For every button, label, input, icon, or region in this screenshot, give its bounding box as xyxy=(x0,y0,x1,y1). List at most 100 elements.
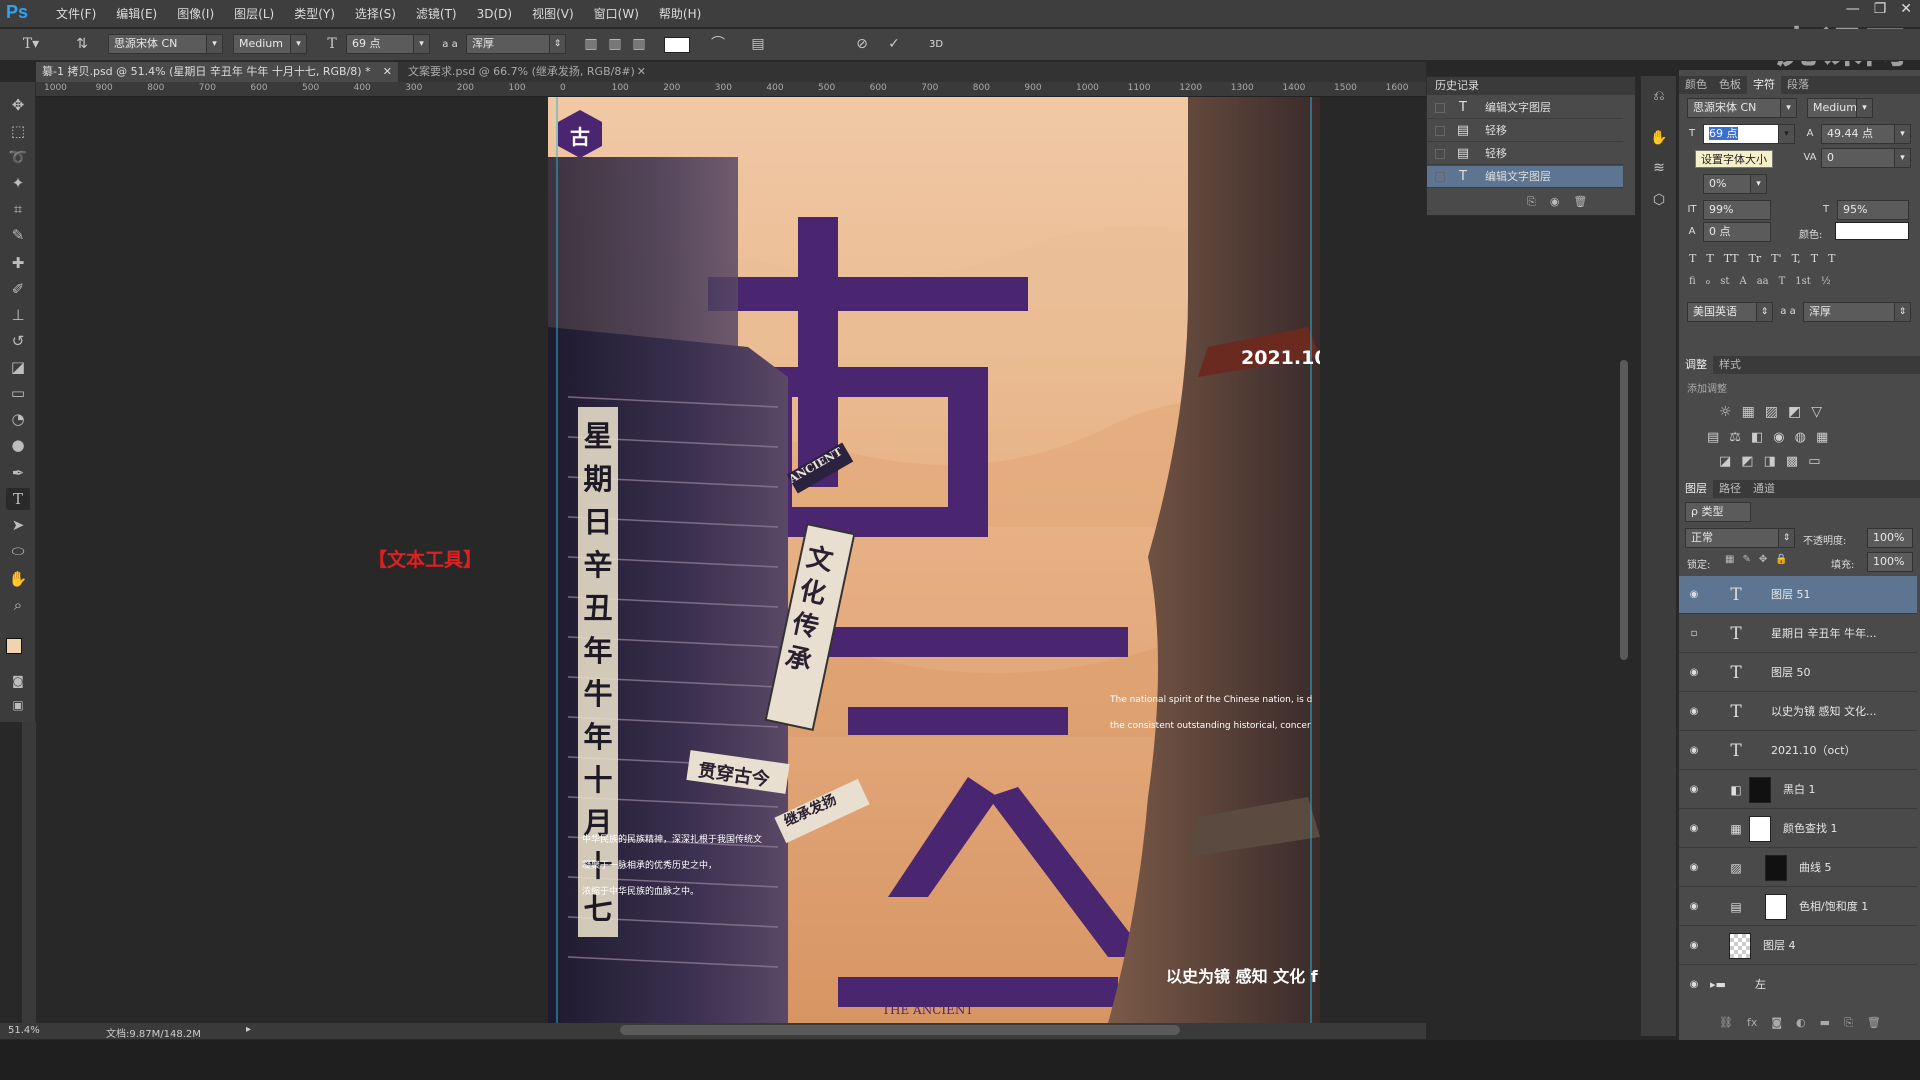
shape-tool-icon[interactable]: ⬭ xyxy=(6,540,30,562)
levels-icon[interactable]: ▦ xyxy=(1742,404,1755,420)
type-tool-preset-icon[interactable]: T▾ xyxy=(18,36,44,52)
poster-date[interactable]: 2021.10 xyxy=(1241,347,1320,369)
tab-layers[interactable]: 图层 xyxy=(1679,480,1713,498)
layer-row[interactable]: ▫ T 星期日 辛丑年 牛年... xyxy=(1679,615,1917,653)
layer-row[interactable]: ◉ ▸▬ 左 xyxy=(1679,966,1917,996)
path-selection-icon[interactable]: ➤ xyxy=(6,514,30,536)
delete-layer-icon[interactable]: 🗑 xyxy=(1867,1016,1881,1030)
character-panel-icon[interactable]: ▤ xyxy=(748,36,768,52)
swash-button[interactable]: ℴ xyxy=(1706,276,1711,287)
eyedropper-icon[interactable]: ✎ xyxy=(6,224,30,246)
fx-icon[interactable]: fx xyxy=(1747,1016,1757,1030)
tab-paragraph[interactable]: 段落 xyxy=(1781,76,1815,94)
marquee-tool-icon[interactable]: ⬚ xyxy=(6,120,30,142)
tsume-input[interactable]: 0% ▾ xyxy=(1703,174,1767,194)
snapshot-checkbox[interactable] xyxy=(1435,172,1445,182)
menu-layer[interactable]: 图层(L) xyxy=(224,0,284,28)
eye-icon[interactable]: ◉ xyxy=(1687,706,1701,718)
ordinals-button[interactable]: 1st xyxy=(1795,276,1811,287)
font-style-select[interactable]: Medium ▾ xyxy=(233,34,307,54)
char-antialias-select[interactable]: 浑厚 ⇕ xyxy=(1803,302,1911,322)
menu-3d[interactable]: 3D(D) xyxy=(467,0,522,28)
baseline-shift-input[interactable]: 0 点 xyxy=(1703,222,1771,242)
lasso-tool-icon[interactable]: ➰ xyxy=(6,146,30,168)
eye-icon[interactable]: ◉ xyxy=(1687,784,1701,796)
cancel-icon[interactable]: ⊘ xyxy=(852,36,872,52)
char-font-size-input[interactable]: 69 点 ▾ xyxy=(1703,124,1795,144)
ligature-button[interactable]: fi xyxy=(1689,276,1696,287)
snapshot-checkbox[interactable] xyxy=(1435,126,1445,136)
char-font-family-select[interactable]: 思源宋体 CN ▾ xyxy=(1687,98,1797,118)
channel-mixer-icon[interactable]: ◍ xyxy=(1795,430,1806,445)
threshold-icon[interactable]: ◨ xyxy=(1764,454,1776,469)
brush-presets-icon[interactable]: ≋ xyxy=(1649,160,1669,176)
add-mask-icon[interactable]: ◙ xyxy=(1771,1016,1782,1030)
layer-row[interactable]: ◉ ◧ 黑白 1 xyxy=(1679,771,1917,809)
tab-styles[interactable]: 样式 xyxy=(1713,356,1747,374)
exposure-icon[interactable]: ◩ xyxy=(1788,404,1801,420)
trash-icon[interactable]: 🗑 xyxy=(1573,195,1587,209)
snapshot-checkbox[interactable] xyxy=(1435,149,1445,159)
gradient-map-icon[interactable]: ▭ xyxy=(1808,454,1820,469)
align-right-icon[interactable]: ▥ xyxy=(630,36,648,52)
new-layer-icon[interactable]: ⎘ xyxy=(1844,1016,1853,1030)
character-color-swatch[interactable] xyxy=(1835,222,1909,240)
warp-text-icon[interactable]: ⌒ xyxy=(708,36,728,52)
layer-row[interactable]: ◉ ▦ 颜色查找 1 xyxy=(1679,810,1917,848)
tracking-input[interactable]: 0 ▾ xyxy=(1821,148,1911,168)
tab-swatches[interactable]: 色板 xyxy=(1713,76,1747,94)
hue-saturation-icon[interactable]: ▤ xyxy=(1707,430,1719,445)
layer-row[interactable]: ◉ T 2021.10（oct） xyxy=(1679,732,1917,770)
hand-tool-icon[interactable]: ✋ xyxy=(6,568,30,590)
new-document-icon[interactable]: ⎘ xyxy=(1527,195,1536,209)
lock-all-icon[interactable]: 🔒 xyxy=(1775,554,1787,565)
layer-row[interactable]: ◉ T 以史为镜 感知 文化... xyxy=(1679,693,1917,731)
curves-icon[interactable]: ▨ xyxy=(1765,404,1778,420)
eye-icon[interactable]: ◉ xyxy=(1687,901,1701,913)
history-item[interactable]: T 编辑文字图层 xyxy=(1427,97,1623,119)
tab-adjustments[interactable]: 调整 xyxy=(1679,356,1713,374)
eraser-tool-icon[interactable]: ◪ xyxy=(6,356,30,378)
brush-panel-icon[interactable]: ✋ xyxy=(1649,130,1669,146)
align-center-icon[interactable]: ▥ xyxy=(606,36,624,52)
status-arrow-icon[interactable]: ▸ xyxy=(246,1024,251,1035)
opacity-input[interactable]: 100% xyxy=(1867,528,1913,548)
menu-file[interactable]: 文件(F) xyxy=(46,0,106,28)
horizontal-scrollbar[interactable] xyxy=(620,1025,1180,1035)
faux-italic-button[interactable]: T xyxy=(1706,252,1713,265)
stamp-tool-icon[interactable]: ⊥ xyxy=(6,304,30,326)
superscript-button[interactable]: T' xyxy=(1771,252,1781,265)
link-layers-icon[interactable]: ⛓ xyxy=(1719,1016,1733,1030)
history-panel-icon[interactable]: ⎌ xyxy=(1649,88,1669,104)
foreground-color-swatch[interactable] xyxy=(6,638,22,654)
camera-icon[interactable]: ◉ xyxy=(1550,195,1560,209)
color-balance-icon[interactable]: ⚖ xyxy=(1729,430,1741,445)
screen-mode-icon[interactable]: ▣ xyxy=(6,694,30,716)
tab-document-1[interactable]: 纂-1 拷贝.psd @ 51.4% (星期日 辛丑年 牛年 十月十七, RGB… xyxy=(36,62,398,82)
text-color-swatch[interactable] xyxy=(664,37,690,53)
menu-type[interactable]: 类型(Y) xyxy=(284,0,345,28)
snapshot-checkbox[interactable] xyxy=(1435,103,1445,113)
menu-select[interactable]: 选择(S) xyxy=(345,0,406,28)
layer-row[interactable]: ◉ 图层 4 xyxy=(1679,927,1917,965)
tab-color[interactable]: 颜色 xyxy=(1679,76,1713,94)
layer-row[interactable]: ◉ ▨ 曲线 5 xyxy=(1679,849,1917,887)
pen-tool-icon[interactable]: ✒ xyxy=(6,462,30,484)
menu-help[interactable]: 帮助(H) xyxy=(649,0,711,28)
3d-button[interactable]: 3D xyxy=(924,37,948,53)
tab-character[interactable]: 字符 xyxy=(1747,76,1781,94)
menu-edit[interactable]: 编辑(E) xyxy=(106,0,167,28)
tab-close-icon[interactable]: ✕ xyxy=(637,62,646,82)
commit-check-icon[interactable]: ✓ xyxy=(884,36,904,52)
menu-image[interactable]: 图像(I) xyxy=(167,0,224,28)
color-lookup-icon[interactable]: ▦ xyxy=(1816,430,1828,445)
brightness-icon[interactable]: ☼ xyxy=(1719,404,1732,420)
lock-paint-icon[interactable]: ✎ xyxy=(1742,554,1750,565)
brush-tool-icon[interactable]: ✐ xyxy=(6,278,30,300)
type-tool-icon[interactable]: T xyxy=(6,488,30,510)
menu-window[interactable]: 窗口(W) xyxy=(584,0,649,28)
layer-row[interactable]: ◉ T 图层 50 xyxy=(1679,654,1917,692)
ornaments-button[interactable]: T xyxy=(1779,276,1786,287)
zoom-level[interactable]: 51.4% xyxy=(8,1025,40,1036)
tab-close-icon[interactable]: ✕ xyxy=(383,62,392,82)
